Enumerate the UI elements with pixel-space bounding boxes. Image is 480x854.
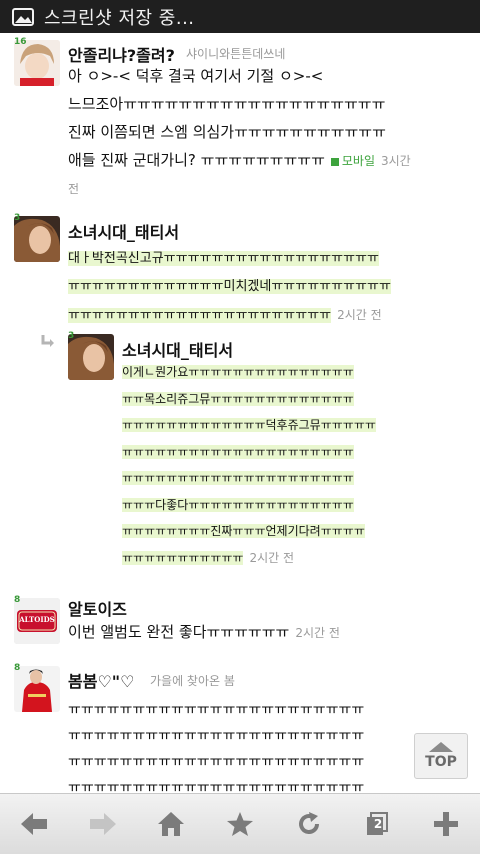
comment-line: ㅠㅠㅠㅠㅠㅠㅠㅠㅠㅠㅠㅠㅠㅠㅠㅠㅠㅠㅠㅠㅠ	[122, 465, 472, 492]
comment-line: 진짜 이쯤되면 스엠 의심가ㅠㅠㅠㅠㅠㅠㅠㅠㅠㅠㅠ	[68, 123, 386, 141]
forward-arrow-icon[interactable]	[83, 804, 123, 844]
author-subtitle: 가을에 찾아온 봄	[150, 674, 235, 688]
level-badge: 8	[14, 663, 21, 673]
comment-line: ㅠㅠ목소리쥬그뮤ㅠㅠㅠㅠㅠㅠㅠㅠㅠㅠㅠㅠㅠ	[122, 386, 472, 413]
comment-line-text: 대ㅏ박전곡신고규ㅠㅠㅠㅠㅠㅠㅠㅠㅠㅠㅠㅠㅠㅠㅠㅠㅠㅠ	[68, 251, 379, 266]
plus-icon[interactable]	[426, 804, 466, 844]
comment-line: 아 ㅇ>-< 덕후 결국 여기서 기절 ㅇ>-<	[68, 67, 324, 85]
reply-item: 3 소녀시대_태티서 이게ㄴ뭔가요ㅠㅠㅠㅠㅠㅠㅠㅠㅠㅠㅠㅠㅠㅠㅠ ㅠㅠ목소리쥬그…	[0, 329, 480, 599]
star-icon[interactable]	[220, 804, 260, 844]
comment-line: ㅠㅠㅠㅠㅠㅠㅠㅠㅠㅠㅠㅠㅠ덕후쥬그뮤ㅠㅠㅠㅠㅠ	[122, 412, 472, 439]
comment-time: 2시간 전	[337, 308, 382, 322]
comment-author[interactable]: 소녀시대_태티서	[122, 337, 233, 361]
level-badge: 8	[14, 595, 21, 605]
comment-line-text: ㅠㅠ목소리쥬그뮤ㅠㅠㅠㅠㅠㅠㅠㅠㅠㅠㅠㅠㅠ	[122, 391, 354, 406]
tabs-count: 2	[373, 817, 383, 831]
scroll-top-button[interactable]: TOP	[414, 733, 468, 779]
comment-line: 느므조아ㅠㅠㅠㅠㅠㅠㅠㅠㅠㅠㅠㅠㅠㅠㅠㅠㅠㅠㅠ	[68, 95, 386, 113]
comment-body: 아 ㅇ>-< 덕후 결국 여기서 기절 ㅇ>-< 느므조아ㅠㅠㅠㅠㅠㅠㅠㅠㅠㅠㅠ…	[68, 62, 468, 203]
tabs-icon[interactable]: 2	[357, 804, 397, 844]
comment-line: ㅠㅠㅠㅠㅠㅠㅠㅠㅠㅠㅠㅠㅠㅠㅠㅠㅠㅠㅠㅠㅠㅠㅠ	[68, 728, 365, 744]
back-arrow-icon[interactable]	[14, 804, 54, 844]
mobile-badge: 모바일	[330, 154, 375, 168]
comment-author[interactable]: 봄봄♡"♡	[68, 668, 134, 692]
avatar[interactable]: ALTOIDS	[14, 598, 60, 644]
comment-line: ㅠㅠㅠㅠㅠㅠㅠㅠㅠㅠㅠㅠㅠㅠㅠㅠㅠㅠㅠㅠㅠㅠㅠ	[68, 754, 365, 770]
author-subtitle: 샤이니와튼튼데쓰네	[186, 47, 286, 61]
comment-line-text: ㅠㅠㅠㅠㅠㅠㅠㅠㅠㅠㅠㅠㅠㅠㅠㅠㅠㅠㅠㅠㅠ	[122, 444, 354, 459]
comment-time-suffix: 전	[68, 182, 80, 196]
comment-line: 애들 진짜 군대가니? ㅠㅠㅠㅠㅠㅠㅠㅠㅠ 모바일 3시간	[68, 146, 468, 175]
avatar[interactable]	[14, 666, 60, 712]
level-badge: 3	[14, 213, 21, 223]
comment-line: ㅠㅠㅠㅠㅠㅠㅠㅠㅠㅠㅠㅠㅠㅠㅠㅠㅠㅠㅠㅠㅠㅠㅠ	[68, 780, 365, 793]
comment-line: ㅠㅠㅠㅠㅠㅠㅠㅠㅠㅠㅠㅠㅠㅠㅠㅠㅠㅠㅠㅠㅠㅠ 2시간 전	[68, 301, 468, 330]
comment-line-text: ㅠㅠㅠㅠㅠㅠㅠㅠ진짜ㅠㅠㅠ언제기다려ㅠㅠㅠㅠ	[122, 524, 365, 538]
status-bar: 스크린샷 저장 중...	[0, 0, 480, 33]
comment-body: 이번 앨범도 완전 좋다ㅠㅠㅠㅠㅠㅠ 2시간 전	[68, 618, 468, 647]
comment-line-text: ㅠㅠㅠㅠㅠㅠㅠㅠㅠㅠㅠㅠㅠㅠㅠㅠㅠㅠㅠㅠㅠㅠ	[68, 308, 332, 323]
comment-author[interactable]: 알토이즈	[68, 596, 127, 620]
comment-line: ㅠㅠㅠㅠㅠㅠㅠㅠㅠㅠㅠㅠㅠㅠㅠㅠㅠㅠㅠㅠㅠ	[122, 439, 472, 466]
refresh-icon[interactable]	[289, 804, 329, 844]
comment-line-text: 애들 진짜 군대가니? ㅠㅠㅠㅠㅠㅠㅠㅠㅠ	[68, 151, 325, 169]
comment-line: ㅠㅠㅠㅠㅠㅠㅠㅠㅠㅠㅠ 2시간 전	[122, 545, 472, 572]
mobile-square-icon	[330, 157, 339, 166]
comment-line-text: ㅠㅠㅠㅠㅠㅠㅠㅠㅠㅠㅠㅠㅠ미치겠네ㅠㅠㅠㅠㅠㅠㅠㅠㅠㅠ	[68, 279, 391, 294]
level-badge: 16	[14, 37, 27, 47]
comment-line-text: 이번 앨범도 완전 좋다ㅠㅠㅠㅠㅠㅠ	[68, 623, 290, 641]
reply-arrow-icon	[40, 333, 56, 353]
comment-time: 3시간	[381, 154, 411, 168]
avatar-logo-text: ALTOIDS	[19, 615, 55, 624]
comment-item: 3 소녀시대_태티서 대ㅏ박전곡신고규ㅠㅠㅠㅠㅠㅠㅠㅠㅠㅠㅠㅠㅠㅠㅠㅠㅠㅠ ㅠㅠ…	[0, 211, 480, 323]
comment-line-text: ㅠㅠㅠ다좋다ㅠㅠㅠㅠㅠㅠㅠㅠㅠㅠㅠㅠㅠㅠㅠ	[122, 497, 354, 512]
comment-line: 대ㅏ박전곡신고규ㅠㅠㅠㅠㅠㅠㅠㅠㅠㅠㅠㅠㅠㅠㅠㅠㅠㅠ	[68, 245, 468, 273]
comment-item: 8 봄봄♡"♡ 가을에 찾아온 봄 ㅠㅠㅠㅠㅠㅠㅠㅠㅠㅠㅠㅠㅠㅠㅠㅠㅠㅠㅠㅠㅠㅠ…	[0, 661, 480, 793]
comment-body: 대ㅏ박전곡신고규ㅠㅠㅠㅠㅠㅠㅠㅠㅠㅠㅠㅠㅠㅠㅠㅠㅠㅠ ㅠㅠㅠㅠㅠㅠㅠㅠㅠㅠㅠㅠㅠ…	[68, 245, 468, 330]
comment-list[interactable]: 16 안졸리냐?졸려? 샤이니와튼튼데쓰네 아 ㅇ>-< 덕후 결국 여기서 기…	[0, 33, 480, 793]
comment-line-text: ㅠㅠㅠㅠㅠㅠㅠㅠㅠㅠㅠ	[122, 550, 244, 565]
comment-line: ㅠㅠㅠㅠㅠㅠㅠㅠㅠㅠㅠㅠㅠㅠㅠㅠㅠㅠㅠㅠㅠㅠㅠ	[68, 702, 365, 718]
status-title: 스크린샷 저장 중...	[44, 7, 195, 29]
comment-line-text: ㅠㅠㅠㅠㅠㅠㅠㅠㅠㅠㅠㅠㅠ덕후쥬그뮤ㅠㅠㅠㅠㅠ	[122, 418, 376, 432]
comment-time: 2시간 전	[295, 626, 340, 640]
comment-time: 2시간 전	[249, 550, 295, 565]
up-arrow-icon	[429, 742, 453, 752]
avatar[interactable]	[68, 334, 114, 380]
comment-line: ㅠㅠㅠㅠㅠㅠㅠㅠ진짜ㅠㅠㅠ언제기다려ㅠㅠㅠㅠ	[122, 518, 472, 545]
level-badge: 3	[68, 331, 75, 341]
browser-toolbar: 2	[0, 793, 480, 854]
comment-item: 16 안졸리냐?졸려? 샤이니와튼튼데쓰네 아 ㅇ>-< 덕후 결국 여기서 기…	[0, 33, 480, 203]
avatar[interactable]	[14, 216, 60, 262]
comment-line: ㅠㅠㅠㅠㅠㅠㅠㅠㅠㅠㅠㅠㅠ미치겠네ㅠㅠㅠㅠㅠㅠㅠㅠㅠㅠ	[68, 273, 468, 301]
comment-item: ALTOIDS 8 알토이즈 이번 앨범도 완전 좋다ㅠㅠㅠㅠㅠㅠ 2시간 전	[0, 593, 480, 653]
comment-line: 이번 앨범도 완전 좋다ㅠㅠㅠㅠㅠㅠ 2시간 전	[68, 618, 468, 647]
comment-line: 이게ㄴ뭔가요ㅠㅠㅠㅠㅠㅠㅠㅠㅠㅠㅠㅠㅠㅠㅠ	[122, 359, 472, 386]
comment-line-text: 이게ㄴ뭔가요ㅠㅠㅠㅠㅠㅠㅠㅠㅠㅠㅠㅠㅠㅠㅠ	[122, 365, 354, 379]
comment-body: ㅠㅠㅠㅠㅠㅠㅠㅠㅠㅠㅠㅠㅠㅠㅠㅠㅠㅠㅠㅠㅠㅠㅠ ㅠㅠㅠㅠㅠㅠㅠㅠㅠㅠㅠㅠㅠㅠㅠㅠ…	[68, 697, 468, 793]
home-icon[interactable]	[151, 804, 191, 844]
comment-line: ㅠㅠㅠ다좋다ㅠㅠㅠㅠㅠㅠㅠㅠㅠㅠㅠㅠㅠㅠㅠ	[122, 492, 472, 519]
comment-line-text: ㅠㅠㅠㅠㅠㅠㅠㅠㅠㅠㅠㅠㅠㅠㅠㅠㅠㅠㅠㅠㅠ	[122, 471, 354, 485]
mobile-label: 모바일	[341, 154, 375, 168]
top-label: TOP	[425, 754, 457, 770]
image-icon	[12, 7, 34, 27]
comment-author[interactable]: 소녀시대_태티서	[68, 219, 179, 243]
comment-body: 이게ㄴ뭔가요ㅠㅠㅠㅠㅠㅠㅠㅠㅠㅠㅠㅠㅠㅠㅠ ㅠㅠ목소리쥬그뮤ㅠㅠㅠㅠㅠㅠㅠㅠㅠㅠ…	[122, 359, 472, 571]
